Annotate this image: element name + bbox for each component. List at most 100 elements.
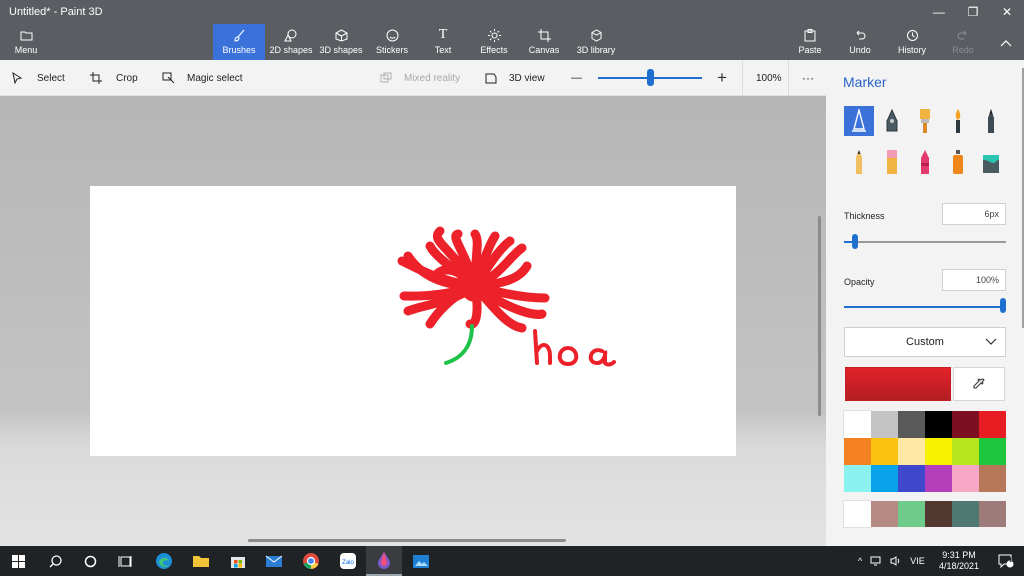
zoom-value[interactable]: 100% [756,60,782,96]
tab-2d-shapes[interactable]: 2D shapes [268,24,314,60]
crop-button[interactable]: Crop [90,60,138,96]
vertical-scrollbar[interactable] [818,216,821,416]
palette-swatch[interactable] [952,411,979,438]
history-button[interactable]: History [894,24,930,60]
palette-swatch[interactable] [898,411,925,438]
tab-text[interactable]: T Text [424,24,462,60]
current-color-swatch[interactable] [845,367,951,401]
custom-color-swatch[interactable] [979,501,1006,527]
drawing-canvas[interactable]: hoa [90,186,736,456]
palette-swatch[interactable] [844,465,871,492]
calligraphy-pen-button[interactable] [877,106,907,136]
magic-select-button[interactable]: Magic select [162,60,243,96]
menu-button[interactable]: Menu [4,24,48,60]
palette-swatch[interactable] [871,465,898,492]
palette-swatch[interactable] [979,411,1006,438]
photos-button[interactable] [403,546,439,576]
pencil-button[interactable] [844,147,874,177]
custom-color-swatch[interactable] [898,501,925,527]
file-explorer-button[interactable] [183,546,219,576]
palette-swatch[interactable] [844,438,871,465]
palette-swatch[interactable] [871,438,898,465]
opacity-slider-track[interactable] [844,306,1006,308]
chevron-up-icon[interactable]: ^ [858,556,862,566]
palette-swatch[interactable] [898,465,925,492]
input-language[interactable]: VIE [910,556,925,566]
tab-3d-shapes[interactable]: 3D shapes [318,24,364,60]
tab-stickers[interactable]: Stickers [370,24,414,60]
notifications-button[interactable]: 1 [988,546,1024,576]
chrome-button[interactable] [293,546,329,576]
palette-swatch[interactable] [979,465,1006,492]
opacity-slider-thumb[interactable] [1000,298,1006,313]
watercolor-button[interactable] [943,106,973,136]
opacity-input[interactable]: 100% [942,269,1006,291]
eyedropper-button[interactable] [953,367,1005,401]
pixel-pen-button[interactable] [976,106,1006,136]
palette-swatch[interactable] [979,438,1006,465]
more-options-button[interactable]: ··· [802,60,814,96]
spray-can-button[interactable] [943,147,973,177]
palette-swatch[interactable] [843,410,872,439]
color-mode-dropdown[interactable]: Custom [844,327,1006,357]
custom-color-swatch[interactable] [952,501,979,527]
custom-color-swatch[interactable] [843,500,872,528]
start-button[interactable] [0,546,36,576]
paste-button[interactable]: Paste [794,24,826,60]
thickness-input[interactable]: 6px [942,203,1006,225]
palette-swatch[interactable] [871,411,898,438]
tab-effects[interactable]: Effects [474,24,514,60]
palette-swatch[interactable] [925,438,952,465]
redo-button[interactable]: Redo [948,24,978,60]
zoom-in-button[interactable]: + [717,60,727,96]
canvas-word: hoa [90,186,92,187]
eraser-button[interactable] [877,147,907,177]
palette-swatch[interactable] [898,438,925,465]
thickness-slider-thumb[interactable] [852,234,858,249]
select-button[interactable]: Select [12,60,65,96]
paint-3d-button[interactable] [366,546,402,576]
thickness-slider-track[interactable] [844,241,1006,243]
mixed-reality-button[interactable]: Mixed reality [380,60,460,96]
horizontal-scrollbar[interactable] [248,539,566,542]
marker-icon [852,109,866,132]
collapse-ribbon-button[interactable] [994,24,1018,60]
task-view-button[interactable] [107,546,143,576]
minimize-button[interactable]: — [922,0,956,24]
palette-swatch[interactable] [925,465,952,492]
tab-3d-library[interactable]: 3D library [574,24,618,60]
custom-color-swatch[interactable] [925,501,952,527]
palette-swatch[interactable] [925,411,952,438]
cortana-button[interactable] [72,546,108,576]
close-button[interactable]: ✕ [990,0,1024,24]
3d-view-button[interactable]: 3D view [485,60,545,96]
palette-swatch[interactable] [952,465,979,492]
search-icon [49,554,62,567]
tab-brushes[interactable]: Brushes [213,24,265,60]
tab-canvas[interactable]: Canvas [524,24,564,60]
fill-bucket-icon [983,155,999,173]
maximize-button[interactable]: ❐ [956,0,990,24]
network-icon[interactable] [870,556,882,566]
palette-swatch[interactable] [952,438,979,465]
zoom-slider-thumb[interactable] [647,69,654,86]
svg-text:Zalo: Zalo [342,560,354,566]
undo-button[interactable]: Undo [845,24,875,60]
tab-stickers-label: Stickers [375,45,408,55]
volume-icon[interactable] [890,556,902,566]
thickness-label: Thickness [844,211,885,221]
search-button[interactable] [37,546,73,576]
store-button[interactable] [220,546,256,576]
marker-brush-button[interactable] [844,106,874,136]
zalo-button[interactable]: Zalo [330,546,366,576]
mail-button[interactable] [256,546,292,576]
clock[interactable]: 9:31 PM 4/18/2021 [934,550,984,572]
fill-button[interactable] [976,147,1006,177]
crayon-button[interactable] [910,147,940,177]
cursor-icon [12,72,23,84]
oil-brush-button[interactable] [910,106,940,136]
opacity-label: Opacity [844,277,875,287]
zoom-out-button[interactable]: — [571,60,582,96]
edge-taskbar-button[interactable] [146,546,182,576]
custom-color-swatch[interactable] [871,501,898,527]
